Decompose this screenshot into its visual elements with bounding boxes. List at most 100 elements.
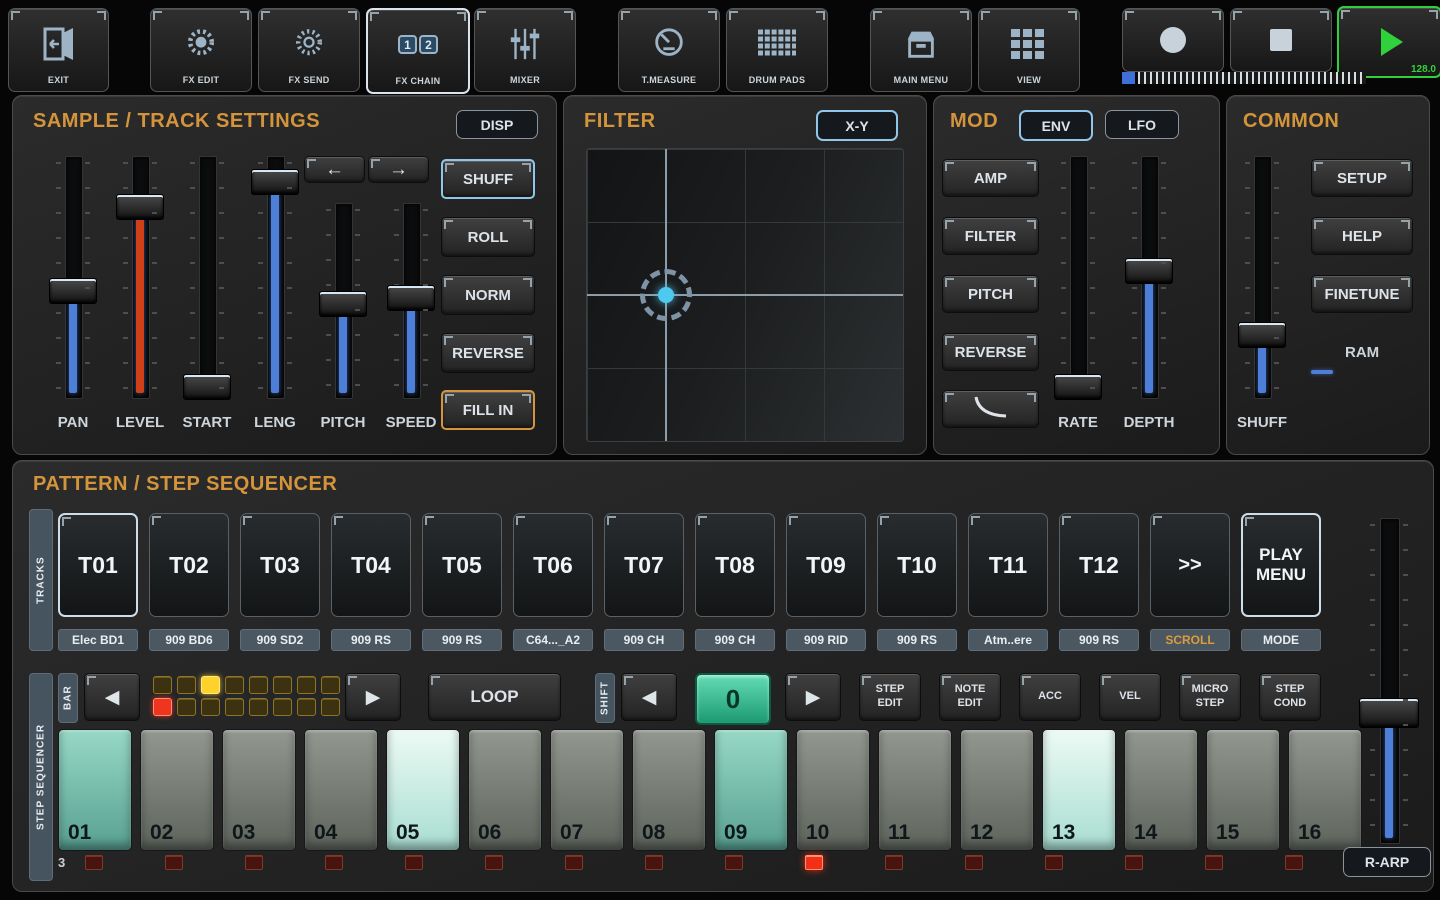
step-cell[interactable]: 04	[304, 729, 378, 851]
play-button[interactable]: 128.0	[1337, 6, 1440, 78]
help-button[interactable]: HELP	[1311, 217, 1413, 255]
lfo-button[interactable]: LFO	[1105, 110, 1179, 139]
prev-page-button[interactable]: ←	[304, 156, 365, 183]
shift-prev-button[interactable]: ◀	[621, 673, 677, 721]
step-cell[interactable]: 11	[878, 729, 952, 851]
stop-button[interactable]	[1230, 8, 1332, 72]
track-sample-label[interactable]: 909 RS	[1059, 629, 1139, 651]
slider-handle[interactable]	[1359, 697, 1419, 728]
track-sample-label[interactable]: 909 RID	[786, 629, 866, 651]
roll-button[interactable]: ROLL	[441, 217, 535, 257]
norm-button[interactable]: NORM	[441, 275, 535, 315]
slider-handle[interactable]	[183, 373, 231, 400]
edit-mode-button[interactable]: NOTE EDIT	[939, 673, 1001, 721]
level-slider[interactable]	[112, 154, 168, 401]
step-cell[interactable]: 14	[1124, 729, 1198, 851]
track-sample-label[interactable]: Atm..ere	[968, 629, 1048, 651]
loop-button[interactable]: LOOP	[428, 673, 561, 721]
play-menu-button[interactable]: PLAY MENU	[1241, 513, 1321, 617]
filter-xy-pad[interactable]	[586, 148, 904, 442]
mod-target-button[interactable]: REVERSE	[942, 333, 1039, 371]
track-button[interactable]: T07	[604, 513, 684, 617]
drum-pads-button[interactable]: DRUM PADS	[726, 8, 828, 92]
track-button[interactable]: T08	[695, 513, 775, 617]
view-button[interactable]: VIEW	[978, 8, 1080, 92]
track-sample-label[interactable]: Elec BD1	[58, 629, 138, 651]
mode-label[interactable]: MODE	[1241, 629, 1321, 651]
track-button[interactable]: T09	[786, 513, 866, 617]
edit-mode-button[interactable]: STEP EDIT	[859, 673, 921, 721]
main-menu-button[interactable]: MAIN MENU	[870, 8, 972, 92]
edit-mode-button[interactable]: STEP COND	[1259, 673, 1321, 721]
exit-button[interactable]: EXIT	[8, 8, 109, 92]
track-button[interactable]: T04	[331, 513, 411, 617]
xy-cursor[interactable]	[640, 269, 692, 321]
track-button[interactable]: T11	[968, 513, 1048, 617]
step-cell[interactable]: 10	[796, 729, 870, 851]
shuff-button[interactable]: SHUFF	[441, 159, 535, 199]
next-page-button[interactable]: →	[368, 156, 429, 183]
track-sample-label[interactable]: 909 CH	[695, 629, 775, 651]
track-sample-label[interactable]: 909 RS	[331, 629, 411, 651]
track-button[interactable]: T06	[513, 513, 593, 617]
step-cell[interactable]: 09	[714, 729, 788, 851]
scroll-label[interactable]: SCROLL	[1150, 629, 1230, 651]
sequencer-master-slider[interactable]	[1353, 516, 1425, 846]
fx-edit-button[interactable]: FX EDIT	[150, 8, 252, 92]
track-sample-label[interactable]: 909 CH	[604, 629, 684, 651]
slider-handle[interactable]	[49, 277, 97, 304]
reverse-button[interactable]: REVERSE	[441, 333, 535, 373]
step-cell[interactable]: 07	[550, 729, 624, 851]
t-measure-button[interactable]: T.MEASURE	[618, 8, 720, 92]
edit-mode-button[interactable]: MICRO STEP	[1179, 673, 1241, 721]
bar-prev-button[interactable]: ◀	[84, 673, 140, 721]
fx-send-button[interactable]: FX SEND	[258, 8, 360, 92]
rate-slider[interactable]	[1050, 154, 1106, 401]
env-button[interactable]: ENV	[1019, 110, 1093, 141]
track-sample-label[interactable]: 909 SD2	[240, 629, 320, 651]
slider-handle[interactable]	[251, 168, 299, 195]
edit-mode-button[interactable]: ACC	[1019, 673, 1081, 721]
step-cell[interactable]: 05	[386, 729, 460, 851]
slider-handle[interactable]	[1054, 373, 1102, 400]
bar-next-button[interactable]: ▶	[345, 673, 401, 721]
step-cell[interactable]: 02	[140, 729, 214, 851]
track-button[interactable]: T05	[422, 513, 502, 617]
track-sample-label[interactable]: C64..._A2	[513, 629, 593, 651]
slider-handle[interactable]	[1238, 321, 1286, 348]
mixer-button[interactable]: MIXER	[474, 8, 576, 92]
disp-button[interactable]: DISP	[456, 110, 538, 139]
envelope-curve-button[interactable]	[942, 390, 1039, 428]
step-cell[interactable]: 06	[468, 729, 542, 851]
slider-handle[interactable]	[387, 285, 435, 311]
xy-mode-button[interactable]: X-Y	[816, 110, 898, 141]
slider-handle[interactable]	[1125, 257, 1173, 284]
setup-button[interactable]: SETUP	[1311, 159, 1413, 197]
depth-slider[interactable]	[1121, 154, 1177, 401]
speed-slider[interactable]	[383, 201, 439, 401]
fill-in-button[interactable]: FILL IN	[441, 390, 535, 430]
edit-mode-button[interactable]: VEL	[1099, 673, 1161, 721]
step-cell[interactable]: 16	[1288, 729, 1362, 851]
track-button[interactable]: T12	[1059, 513, 1139, 617]
shift-next-button[interactable]: ▶	[785, 673, 841, 721]
track-sample-label[interactable]: 909 RS	[422, 629, 502, 651]
finetune-button[interactable]: FINETUNE	[1311, 275, 1413, 313]
step-cell[interactable]: 08	[632, 729, 706, 851]
mod-target-button[interactable]: AMP	[942, 159, 1039, 197]
slider-handle[interactable]	[116, 193, 164, 220]
track-sample-label[interactable]: 909 BD6	[149, 629, 229, 651]
timeline-progress[interactable]	[1122, 72, 1366, 84]
track-button[interactable]: T01	[58, 513, 138, 617]
track-button[interactable]: T02	[149, 513, 229, 617]
step-cell[interactable]: 03	[222, 729, 296, 851]
fx-chain-button[interactable]: 12 FX CHAIN	[366, 8, 470, 94]
record-button[interactable]	[1122, 8, 1224, 72]
step-cell[interactable]: 15	[1206, 729, 1280, 851]
mod-target-button[interactable]: FILTER	[942, 217, 1039, 255]
step-cell[interactable]: 13	[1042, 729, 1116, 851]
pitch-slider[interactable]	[315, 201, 371, 401]
mod-target-button[interactable]: PITCH	[942, 275, 1039, 313]
leng-slider[interactable]	[247, 154, 303, 401]
track-sample-label[interactable]: 909 RS	[877, 629, 957, 651]
